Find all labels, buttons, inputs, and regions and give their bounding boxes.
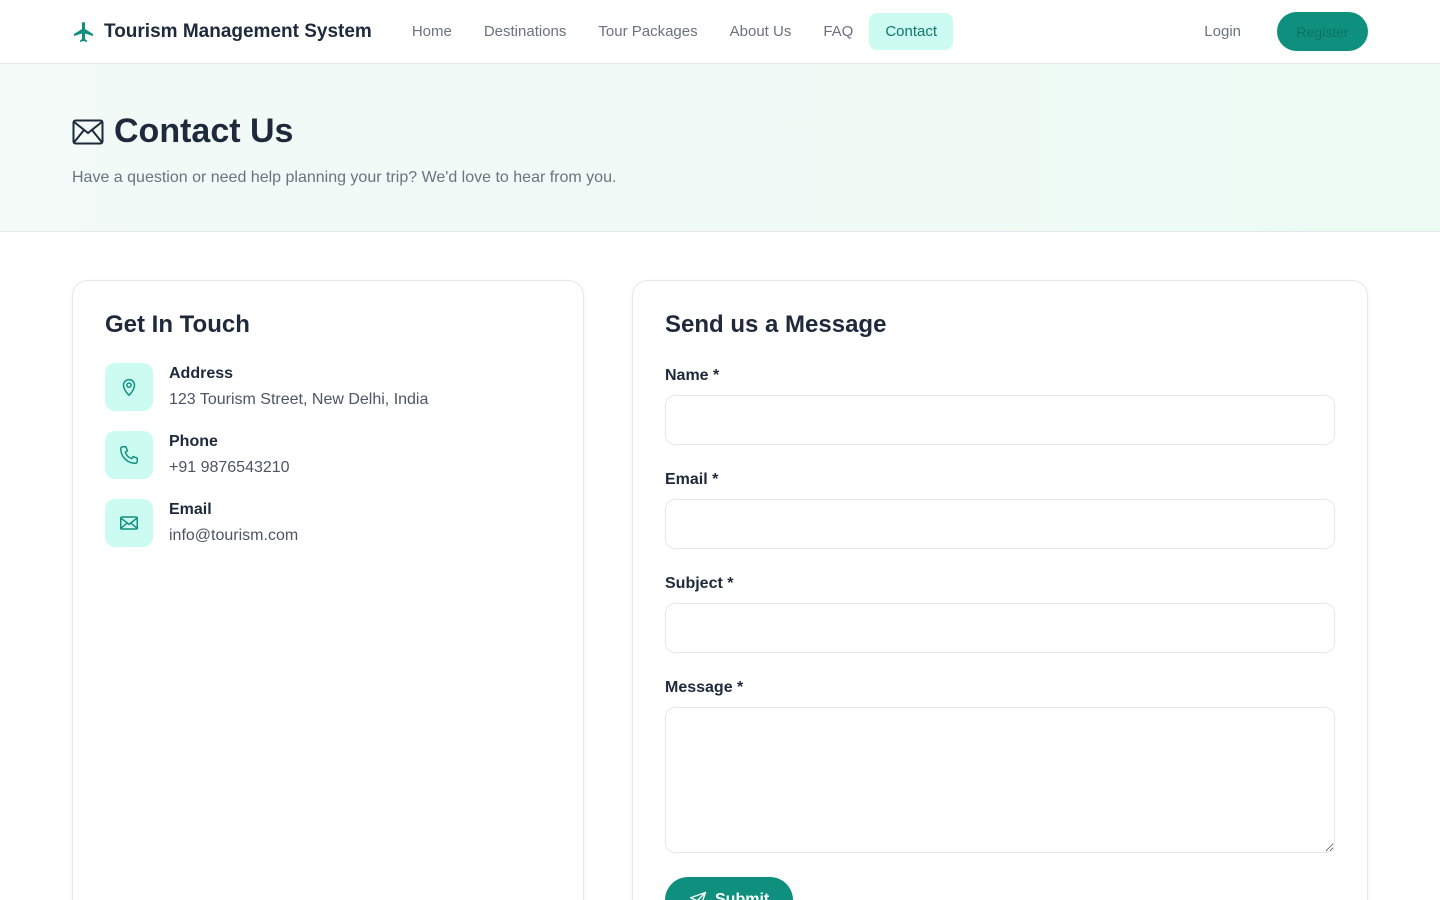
email-input[interactable] [665,499,1335,549]
page-title: Contact Us [72,112,1368,151]
hero-section: Contact Us Have a question or need help … [0,64,1440,232]
email-field-label: Email * [665,471,719,488]
envelope-icon [72,119,104,144]
address-label: Address [169,365,234,382]
name-label: Name * [665,367,720,384]
page-subtitle: Have a question or need help planning yo… [72,169,617,186]
phone-value: +91 9876543210 [169,459,290,476]
login-link[interactable]: Login [1194,15,1251,48]
nav-tour-packages[interactable]: Tour Packages [582,13,713,50]
nav-home[interactable]: Home [396,13,468,50]
name-input[interactable] [665,395,1335,445]
nav-destinations[interactable]: Destinations [468,13,583,50]
message-textarea[interactable] [665,707,1335,853]
contact-email: Email info@tourism.com [105,499,551,547]
subject-input[interactable] [665,603,1335,653]
send-icon [689,891,707,900]
contact-phone: Phone +91 9876543210 [105,431,551,479]
contact-info-title: Get In Touch [105,311,250,338]
message-form-title: Send us a Message [665,311,887,338]
contact-info-card: Get In Touch Address 123 Tourism Street,… [72,280,584,900]
page-title-text: Contact Us [114,112,294,150]
contact-address: Address 123 Tourism Street, New Delhi, I… [105,363,551,411]
brand-name: Tourism Management System [104,20,372,42]
nav-faq[interactable]: FAQ [807,13,869,50]
main-content: Get In Touch Address 123 Tourism Street,… [0,232,1440,900]
nav-right: Login Register [1194,12,1368,51]
contact-form: Name * Email * Subject * Message * Submi… [665,367,1335,900]
register-button[interactable]: Register [1277,12,1368,51]
contact-info-list: Address 123 Tourism Street, New Delhi, I… [105,363,551,547]
email-value: info@tourism.com [169,527,299,544]
email-label: Email [169,501,212,518]
message-label: Message * [665,679,744,696]
nav-about-us[interactable]: About Us [714,13,808,50]
nav-links: Home Destinations Tour Packages About Us… [396,13,954,50]
submit-label: Submit [715,891,770,900]
mail-icon [105,499,153,547]
submit-button[interactable]: Submit [665,877,794,900]
map-pin-icon [105,363,153,411]
navbar: Tourism Management System Home Destinati… [0,0,1440,64]
message-form-card: Send us a Message Name * Email * Subject… [632,280,1368,900]
address-value: 123 Tourism Street, New Delhi, India [169,391,429,408]
phone-icon [105,431,153,479]
airplane-icon [74,21,93,42]
nav-contact[interactable]: Contact [869,13,954,50]
brand[interactable]: Tourism Management System [72,20,372,44]
phone-label: Phone [169,433,218,450]
subject-label: Subject * [665,575,734,592]
